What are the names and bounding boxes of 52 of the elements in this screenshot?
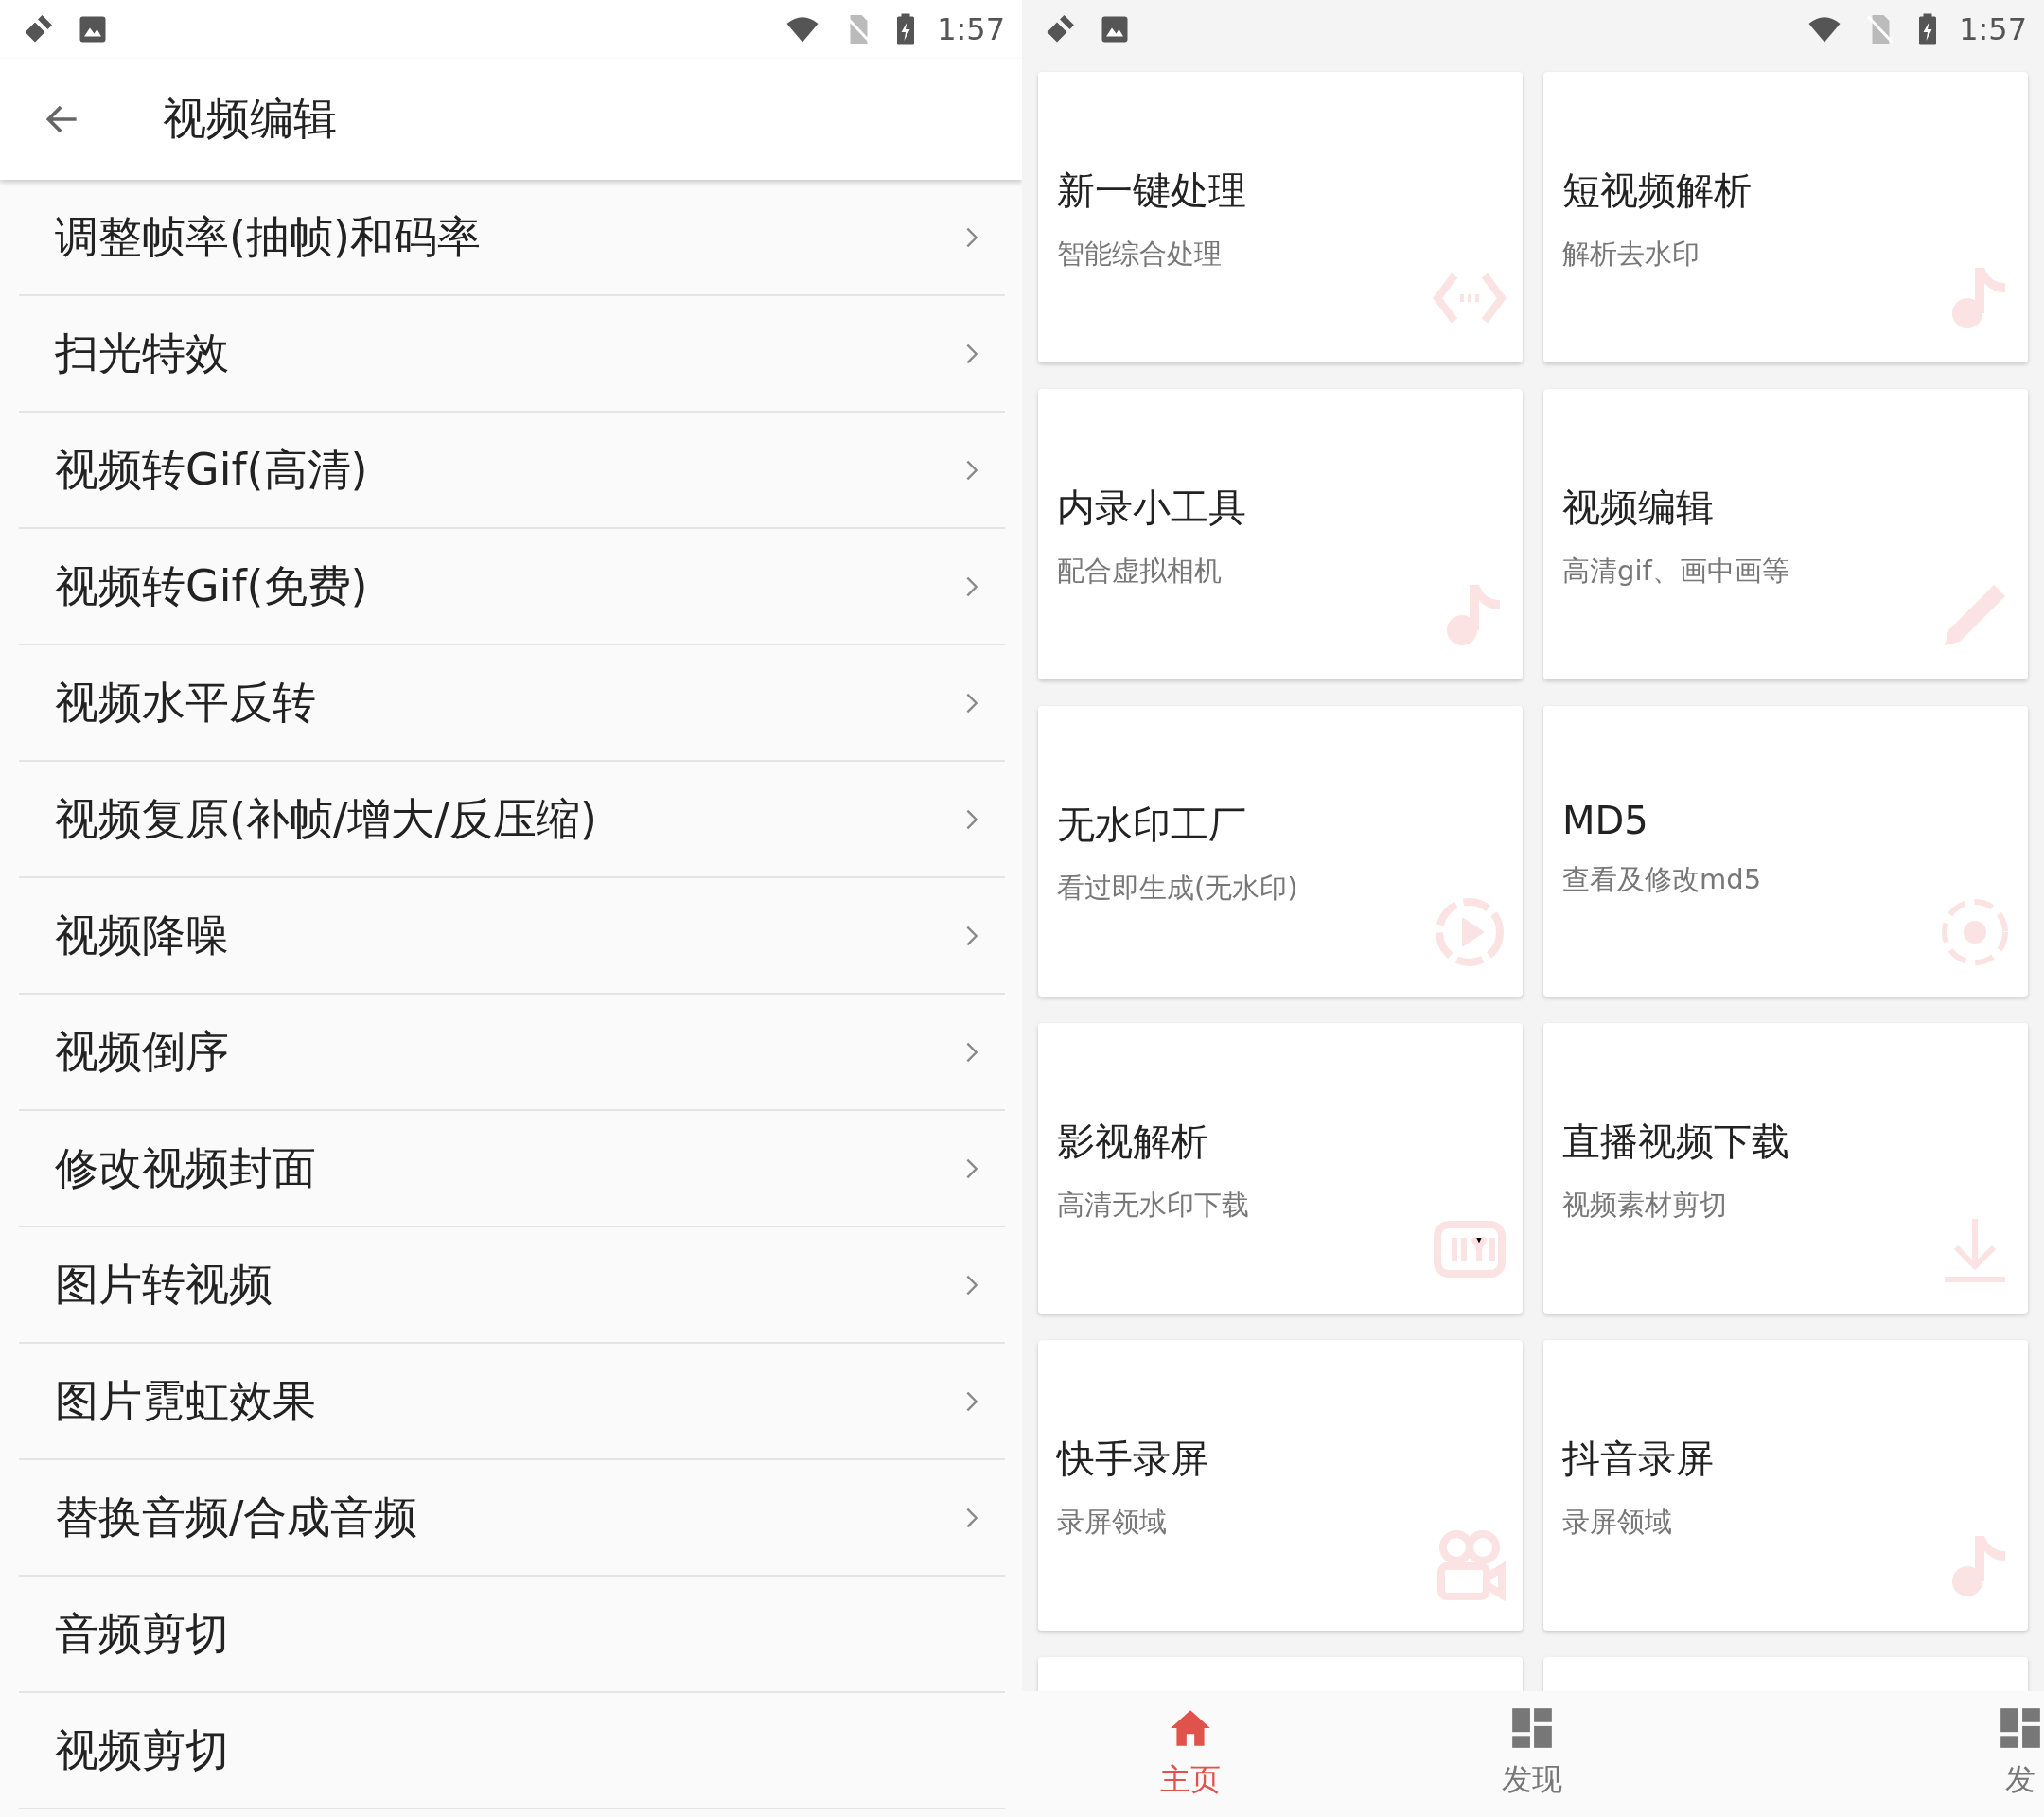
status-time: 1:57 <box>1959 11 2027 47</box>
menu-item[interactable]: 替换音频/合成音频 <box>19 1460 1005 1577</box>
nav-tab[interactable]: 发 <box>1997 1704 2044 1801</box>
menu-item[interactable]: 图片霓虹效果 <box>19 1344 1005 1460</box>
menu-item[interactable]: 视频转Gif(高清) <box>19 413 1005 529</box>
card-title: 新一键处理 <box>1057 168 1247 214</box>
card-subtitle: 查看及修改md5 <box>1562 862 1763 897</box>
card-subtitle: 视频素材剪切 <box>1562 1188 1728 1223</box>
menu-item[interactable]: 视频转Gif(免费) <box>19 529 1005 645</box>
feature-card[interactable]: 无水印工厂 看过即生成(无水印) <box>1038 706 1523 997</box>
screen-title: 视频编辑 <box>163 92 337 146</box>
battery-icon <box>1917 12 1939 46</box>
menu-item[interactable]: 视频倒序 <box>19 995 1005 1111</box>
card-subtitle: 看过即生成(无水印) <box>1057 871 1299 906</box>
menu-item[interactable]: 扫光特效 <box>19 296 1005 413</box>
card-title: 内录小工具 <box>1057 485 1247 531</box>
card-subtitle: 录屏领域 <box>1562 1505 1673 1540</box>
feature-card[interactable]: 内录小工具 配合虚拟相机 <box>1038 389 1523 679</box>
feature-card[interactable]: 抖音录屏 录屏领域 <box>1543 1340 2028 1631</box>
card-subtitle: 智能综合处理 <box>1057 237 1223 272</box>
feature-card[interactable]: MD5 查看及修改md5 <box>1543 706 2028 997</box>
card-title: 视频编辑 <box>1562 485 1715 531</box>
nav-tab[interactable]: 主页 <box>1160 1704 1221 1801</box>
card-title: 抖音录屏 <box>1562 1436 1715 1482</box>
card-subtitle: 配合虚拟相机 <box>1057 554 1223 589</box>
feature-card[interactable]: 快手录屏 录屏领域 <box>1038 1340 1523 1631</box>
menu-item[interactable]: 视频降噪 <box>19 878 1005 995</box>
status-time: 1:57 <box>937 11 1005 47</box>
card-subtitle: 高清gif、画中画等 <box>1562 554 1790 589</box>
feature-card[interactable]: 短视频解析 解析去水印 <box>1543 72 2028 362</box>
card-title: MD5 <box>1562 799 1649 842</box>
menu-item[interactable]: 视频水平反转 <box>19 645 1005 762</box>
feature-card[interactable]: 直播视频下载 视频素材剪切 <box>1543 1023 2028 1314</box>
menu-item[interactable]: 修改视频封面 <box>19 1111 1005 1227</box>
menu-item[interactable]: 图片转视频 <box>19 1227 1005 1344</box>
menu-item[interactable]: 视频复原(补帧/增大/反压缩) <box>19 762 1005 878</box>
card-subtitle: 解析去水印 <box>1562 237 1700 272</box>
card-title: 影视解析 <box>1057 1119 1209 1165</box>
feature-card[interactable]: 视频编辑 高清gif、画中画等 <box>1543 389 2028 679</box>
card-title: 快手录屏 <box>1057 1436 1209 1482</box>
feature-card[interactable]: 影视解析 高清无水印下载 <box>1038 1023 1523 1314</box>
menu-item[interactable]: 调整帧率(抽帧)和码率 <box>19 180 1005 296</box>
card-title: 无水印工厂 <box>1057 802 1247 848</box>
menu-item[interactable]: 音频剪切 <box>19 1577 1005 1693</box>
card-title: 直播视频下载 <box>1562 1119 1790 1165</box>
card-subtitle: 录屏领域 <box>1057 1505 1168 1540</box>
feature-card[interactable]: 新一键处理 智能综合处理 <box>1038 72 1523 362</box>
nav-tab[interactable]: 发现 <box>1502 1704 1562 1801</box>
menu-item[interactable]: 视频剪切 <box>19 1693 1005 1809</box>
card-subtitle: 高清无水印下载 <box>1057 1188 1250 1223</box>
card-title: 短视频解析 <box>1562 168 1753 214</box>
battery-icon <box>895 12 917 46</box>
